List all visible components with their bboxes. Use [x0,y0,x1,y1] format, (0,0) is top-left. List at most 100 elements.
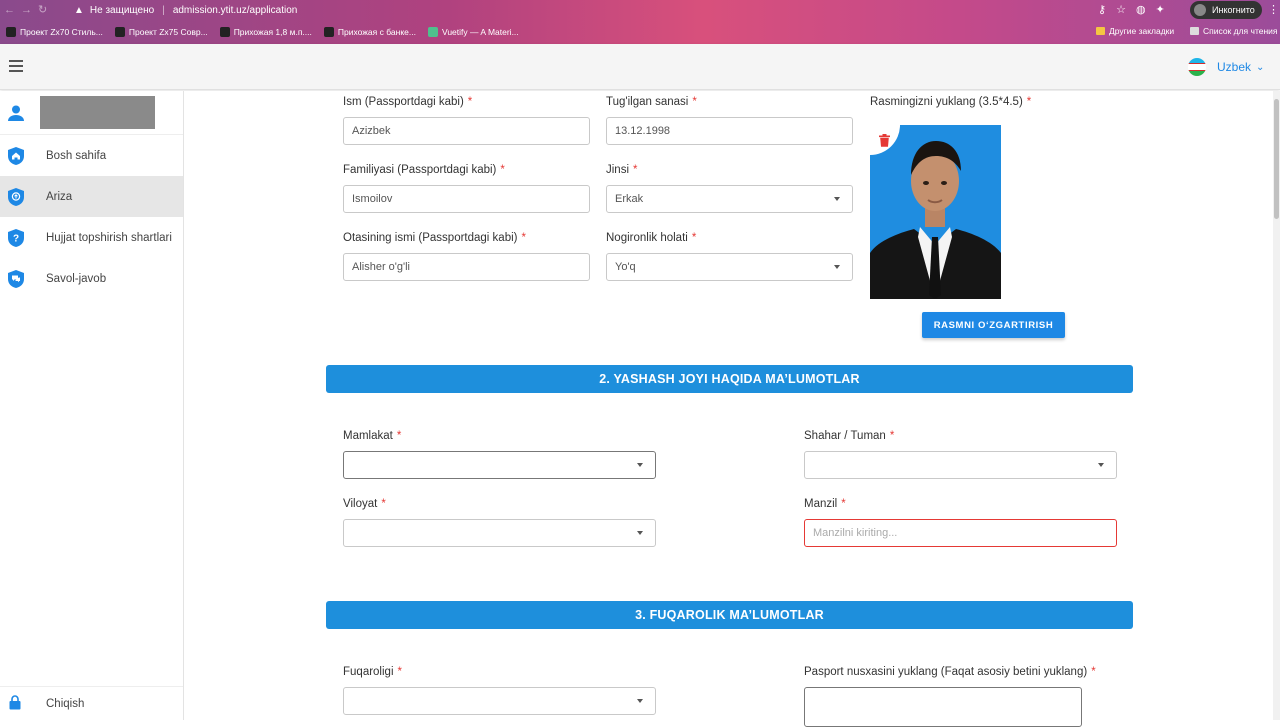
required-mark: * [692,96,697,108]
section-citizenship-header: 3. FUQAROLIK MA’LUMOTLAR [326,601,1133,629]
incognito-badge[interactable]: Инкогнито [1190,1,1262,19]
person-photo-illustration [870,125,1001,299]
extension-icon[interactable]: ✦ [1156,3,1165,16]
dropdown-caret-icon [834,265,840,269]
region-label: Viloyat * [343,498,386,510]
dropdown-caret-icon [637,531,643,535]
required-mark: * [889,430,895,442]
browser-menu-icon[interactable]: ⋮ [1268,3,1279,16]
first-name-label-text: Ism (Passportdagi kabi) [343,96,464,108]
passport-upload-label: Pasport nusxasini yuklang (Faqat asosiy … [804,666,1096,678]
citizenship-label: Fuqaroligi * [343,666,402,678]
first-name-field[interactable]: Azizbek [343,117,590,145]
security-label: Не защищено [89,4,155,16]
svg-text:?: ? [13,233,19,244]
disability-select[interactable]: Yo'q [606,253,853,281]
address-row: ←→↻ ▲ Не защищено | admission.ytit.uz/ap… [0,0,1280,20]
country-select[interactable] [343,451,656,479]
sidebar-item-conditions[interactable]: ? Hujjat topshirish shartlari [0,217,183,258]
patronymic-field[interactable]: Alisher o'g'li [343,253,590,281]
url-text: admission.ytit.uz/application [172,4,298,16]
required-mark: * [691,232,697,244]
dropdown-caret-icon [637,463,643,467]
required-mark: * [521,232,526,244]
logout-label: Chiqish [46,697,85,710]
address-label-text: Manzil [804,498,838,510]
photo-label-text: Rasmingizni yuklang (3.5*4.5) [870,96,1023,108]
sidebar-item-label: Hujjat topshirish shartlari [46,231,172,244]
dropdown-caret-icon [834,197,840,201]
chat-shield-icon [8,269,24,288]
last-name-label-text: Familiyasi (Passportdagi kabi) [343,164,497,176]
lock-icon [9,694,23,713]
bookmark-favicon-icon [114,27,125,37]
question-shield-icon: ? [8,228,24,247]
citizenship-label-text: Fuqaroligi [343,666,394,678]
main-content: Ism (Passportdagi kabi) * Azizbek Tug'ilg… [184,91,1280,727]
country-label-text: Mamlakat [343,430,393,442]
required-mark: * [841,498,846,510]
page-scrollbar[interactable] [1273,91,1280,720]
globe-icon[interactable]: ◍ [1136,3,1146,16]
disability-label: Nogironlik holati * [606,232,696,244]
bookmark-label: Vuetify — A Materi... [441,27,519,37]
gender-select[interactable]: Erkak [606,185,853,213]
language-selector[interactable]: Uzbek ⌄ [1188,58,1264,76]
menu-icon[interactable] [9,60,23,72]
bookmark-item[interactable]: Прихожая с банке... [323,27,416,37]
warning-icon: ▲ [74,4,84,16]
profile-photo [870,125,1001,299]
birth-date-field[interactable]: 13.12.1998 [606,117,853,145]
required-mark: * [381,498,386,510]
reading-list[interactable]: Список для чтения [1190,26,1278,36]
city-select[interactable] [804,451,1117,479]
sidebar-item-home[interactable]: Bosh sahifa [0,135,183,176]
photo-label: Rasmingizni yuklang (3.5*4.5) * [870,96,1031,108]
sidebar-item-label: Bosh sahifa [46,149,107,162]
bookmark-favicon-icon [323,27,334,37]
last-name-field[interactable]: Ismoilov [343,185,590,213]
required-mark: * [396,430,402,442]
bookmark-favicon-icon [6,27,16,37]
patronymic-label: Otasining ismi (Passportdagi kabi) * [343,232,526,244]
dropdown-caret-icon [1098,463,1104,467]
other-bookmarks-label: Другие закладки [1109,26,1175,36]
country-label: Mamlakat * [343,430,401,442]
bookmark-label: Прихожая 1,8 м.п.... [233,27,312,37]
gender-label: Jinsi * [606,164,638,176]
other-bookmarks[interactable]: Другие закладки [1096,26,1174,36]
change-photo-button[interactable]: RASMNI O‘ZGARTIRISH [922,312,1065,338]
required-mark: * [500,164,505,176]
vuetify-icon [427,27,438,37]
trash-icon [879,134,890,147]
sidebar-item-application[interactable]: Ariza [0,176,183,217]
birth-date-label: Tug'ilgan sanasi * [606,96,697,108]
incognito-label: Инкогнито [1212,5,1255,15]
scrollbar-thumb[interactable] [1274,99,1279,219]
upload-shield-icon [8,187,24,206]
star-icon[interactable]: ☆ [1116,3,1126,16]
nav-arrows-icon[interactable]: ←→↻ [4,3,53,16]
region-select[interactable] [343,519,656,547]
sidebar-item-faq[interactable]: Savol-javob [0,258,183,299]
birth-date-label-text: Tug'ilgan sanasi [606,96,689,108]
address-input[interactable]: Manzilni kiriting... [804,519,1117,547]
logout-button[interactable]: Chiqish [0,686,183,720]
sidebar-item-label: Savol-javob [46,272,107,285]
disability-label-text: Nogironlik holati [606,232,688,244]
key-icon[interactable]: ⚷ [1098,3,1106,16]
bookmark-item[interactable]: Проект Zx70 Стиль... [6,27,103,37]
bookmark-label: Прихожая с банке... [337,27,416,37]
passport-upload-box[interactable] [804,687,1082,727]
bookmark-item[interactable]: Vuetify — A Materi... [427,27,519,37]
bookmark-item[interactable]: Проект Zx75 Совр... [114,27,208,37]
address-bar[interactable]: ▲ Не защищено | admission.ytit.uz/applic… [74,2,1084,18]
citizenship-select[interactable] [343,687,656,715]
last-name-label: Familiyasi (Passportdagi kabi) * [343,164,505,176]
language-label: Uzbek [1217,60,1252,74]
bookmark-item[interactable]: Прихожая 1,8 м.п.... [219,27,312,37]
browser-chrome: ←→↻ ▲ Не защищено | admission.ytit.uz/ap… [0,0,1280,44]
bookmark-label: Проект Zx70 Стиль... [20,27,103,37]
section-residence-header: 2. YASHASH JOYI HAQIDA MA’LUMOTLAR [326,365,1133,393]
required-mark: * [633,164,638,176]
